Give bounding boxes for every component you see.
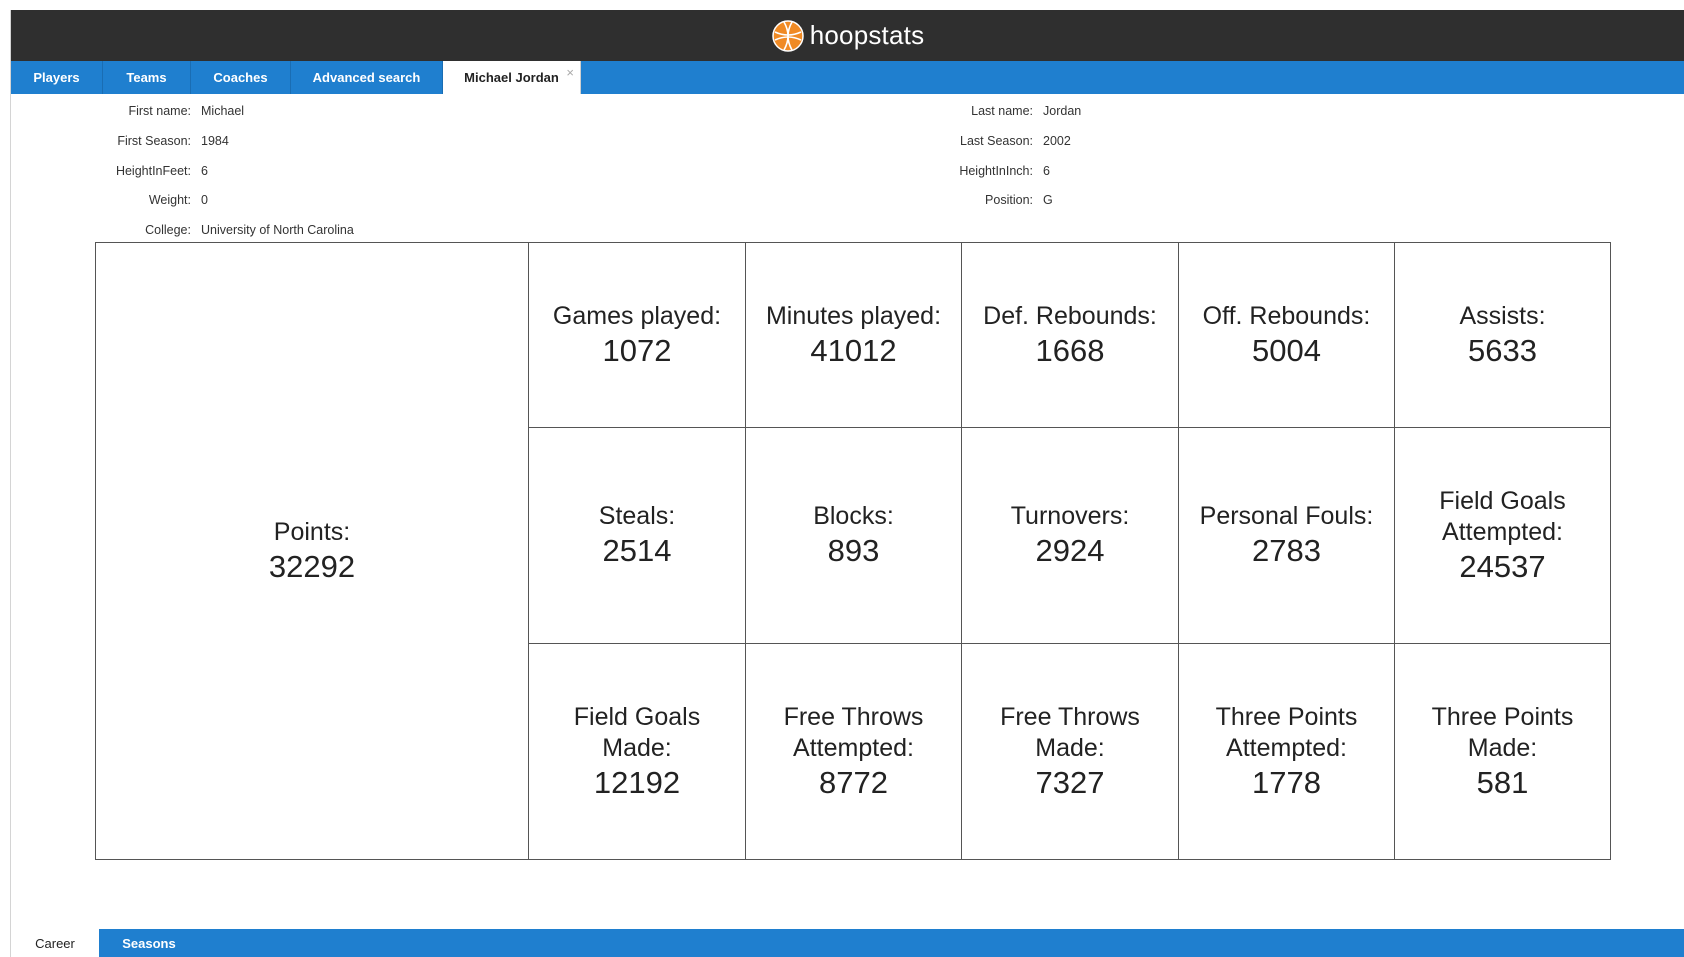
info-label: Position: bbox=[985, 193, 1033, 207]
stat-value: 5004 bbox=[1252, 332, 1321, 368]
stat-value: 1072 bbox=[602, 332, 672, 368]
info-label: Last Season: bbox=[960, 134, 1033, 148]
stat-value: 893 bbox=[827, 533, 880, 568]
tab-label: Teams bbox=[126, 70, 167, 85]
info-label: Weight: bbox=[148, 193, 191, 207]
tab-teams[interactable]: Teams bbox=[103, 61, 191, 94]
stat-label: Points: bbox=[273, 517, 351, 546]
brand-name: hoopstats bbox=[809, 20, 925, 50]
brand[interactable]: hoopstats bbox=[771, 19, 925, 52]
basketball-icon bbox=[771, 19, 804, 52]
app-header: hoopstats bbox=[11, 10, 1684, 61]
tab-label: Seasons bbox=[122, 935, 176, 951]
stat-assists: Assists: 5633 bbox=[1395, 243, 1610, 428]
tab-career[interactable]: Career bbox=[11, 929, 99, 957]
tab-coaches[interactable]: Coaches bbox=[191, 61, 291, 94]
stat-free-throws-attempted: Free Throws Attempted: 8772 bbox=[746, 644, 962, 859]
stat-label: Games played: bbox=[552, 301, 722, 330]
info-label: HeightInInch: bbox=[959, 164, 1033, 178]
info-value: G bbox=[1043, 193, 1053, 207]
stat-def-rebounds: Def. Rebounds: 1668 bbox=[962, 243, 1179, 428]
info-value: 0 bbox=[201, 193, 208, 207]
info-label: College: bbox=[145, 223, 191, 237]
stat-field-goals-attempted: Field Goals Attempted: 24537 bbox=[1395, 428, 1610, 644]
stat-three-points-attempted: Three Points Attempted: 1778 bbox=[1179, 644, 1395, 859]
stat-value: 581 bbox=[1476, 764, 1529, 800]
stat-value: 2514 bbox=[602, 533, 672, 568]
stat-label: Field Goals Attempted: bbox=[1439, 486, 1566, 546]
stat-blocks: Blocks: 893 bbox=[746, 428, 962, 644]
stat-personal-fouls: Personal Fouls: 2783 bbox=[1179, 428, 1395, 644]
stat-label: Def. Rebounds: bbox=[983, 301, 1157, 330]
stat-field-goals-made: Field Goals Made: 12192 bbox=[529, 644, 746, 859]
info-label: Last name: bbox=[971, 104, 1033, 118]
stat-label: Blocks: bbox=[813, 502, 894, 530]
info-value: 1984 bbox=[201, 134, 229, 148]
stat-value: 41012 bbox=[810, 332, 897, 368]
info-value: Jordan bbox=[1043, 104, 1082, 118]
tab-michael-jordan[interactable]: Michael Jordan × bbox=[443, 61, 581, 94]
stat-label: Off. Rebounds: bbox=[1202, 301, 1371, 330]
tab-label: Advanced search bbox=[312, 70, 421, 85]
career-stats-grid: Points: 32292 Games played: 1072 Minutes… bbox=[95, 242, 1611, 860]
stat-value: 5633 bbox=[1468, 332, 1537, 368]
stat-label: Steals: bbox=[598, 502, 676, 530]
stat-value: 1668 bbox=[1035, 332, 1105, 368]
stat-value: 24537 bbox=[1459, 548, 1546, 584]
info-value: Michael bbox=[201, 104, 245, 118]
stat-minutes-played: Minutes played: 41012 bbox=[746, 243, 962, 428]
stat-value: 12192 bbox=[593, 764, 681, 800]
tab-advanced-search[interactable]: Advanced search bbox=[291, 61, 443, 94]
stat-label: Assists: bbox=[1459, 301, 1546, 330]
tab-label: Michael Jordan bbox=[464, 70, 559, 85]
info-label: First name: bbox=[128, 104, 191, 118]
stat-free-throws-made: Free Throws Made: 7327 bbox=[962, 644, 1179, 859]
stat-games-played: Games played: 1072 bbox=[529, 243, 746, 428]
main-tabs: Players Teams Coaches Advanced search Mi… bbox=[11, 61, 1684, 94]
tab-label: Coaches bbox=[213, 70, 268, 85]
stat-turnovers: Turnovers: 2924 bbox=[962, 428, 1179, 644]
app-frame: hoopstats Players Teams Coaches Advanced… bbox=[10, 10, 1684, 957]
stat-value: 1778 bbox=[1252, 764, 1321, 800]
stat-three-points-made: Three Points Made: 581 bbox=[1395, 644, 1610, 859]
tab-label: Players bbox=[33, 70, 80, 85]
stat-label: Three Points Made: bbox=[1431, 702, 1574, 762]
stat-label: Minutes played: bbox=[765, 301, 942, 330]
info-value: University of North Carolina bbox=[201, 223, 354, 237]
info-value: 6 bbox=[201, 164, 208, 178]
stat-label: Turnovers: bbox=[1010, 502, 1130, 530]
info-label: First Season: bbox=[117, 134, 191, 148]
close-icon[interactable]: × bbox=[566, 65, 574, 80]
bottom-tabs: Career Seasons bbox=[11, 929, 1684, 957]
tab-players[interactable]: Players bbox=[11, 61, 103, 94]
tab-label: Career bbox=[35, 935, 75, 951]
tab-seasons[interactable]: Seasons bbox=[99, 929, 199, 957]
player-info: First name: Michael First Season: 1984 H… bbox=[11, 94, 1684, 254]
stat-points: Points: 32292 bbox=[96, 243, 529, 859]
info-value: 6 bbox=[1043, 164, 1050, 178]
stat-label: Free Throws Attempted: bbox=[783, 702, 924, 762]
stat-label: Field Goals Made: bbox=[573, 702, 701, 762]
stat-label: Free Throws Made: bbox=[1000, 702, 1140, 762]
stat-value: 7327 bbox=[1035, 764, 1105, 800]
stat-steals: Steals: 2514 bbox=[529, 428, 746, 644]
stat-value: 32292 bbox=[268, 548, 356, 584]
stat-value: 2783 bbox=[1252, 533, 1321, 568]
stat-off-rebounds: Off. Rebounds: 5004 bbox=[1179, 243, 1395, 428]
stat-label: Three Points Attempted: bbox=[1215, 702, 1358, 762]
info-label: HeightInFeet: bbox=[115, 164, 191, 178]
info-value: 2002 bbox=[1043, 134, 1071, 148]
stat-label: Personal Fouls: bbox=[1199, 502, 1374, 530]
stat-value: 2924 bbox=[1035, 533, 1105, 568]
stat-value: 8772 bbox=[819, 764, 888, 800]
